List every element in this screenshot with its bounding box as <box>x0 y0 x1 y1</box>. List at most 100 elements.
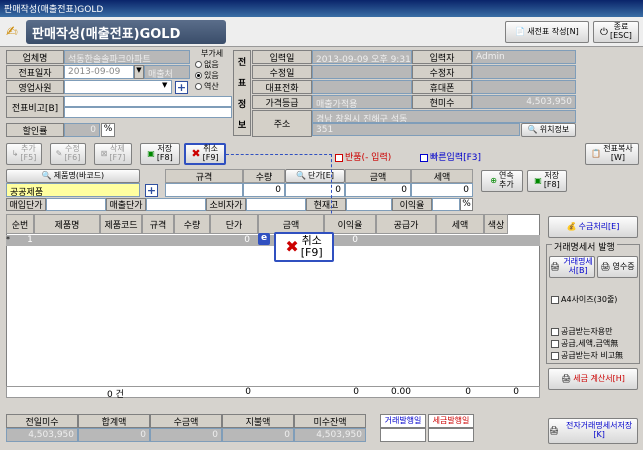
printer-icon: 🖨 <box>549 425 560 435</box>
receipt-print-label: 영수증 <box>612 261 635 271</box>
chevron-down-icon[interactable]: ▼ <box>162 81 171 93</box>
receipt-process-label: 수금처리[E] <box>578 221 620 231</box>
search-icon: 🔍 <box>527 124 538 134</box>
copy-slip-button[interactable]: 📋 전표복사 [W] <box>585 143 639 165</box>
save-line-key: [F8] <box>543 180 560 189</box>
qty-input[interactable]: 0 <box>243 183 285 197</box>
amount-input[interactable]: 0 <box>345 183 411 197</box>
discount-field[interactable]: 0 <box>64 123 100 137</box>
delete-key: [F7] <box>109 153 126 162</box>
input-by-field: Admin <box>472 50 576 64</box>
product-input[interactable]: 공공제품 <box>6 183 140 197</box>
search-icon: 🔍 <box>41 170 52 180</box>
column-header[interactable]: 세액 <box>436 214 484 234</box>
edit-button[interactable]: ✎ 수정 [F6] <box>50 143 86 165</box>
statement-print-label: 거래명세서[B] <box>563 257 593 275</box>
date-field[interactable]: 2013-09-09 <box>64 65 134 79</box>
date-dropdown-icon[interactable]: ▼ <box>134 65 144 79</box>
printer-icon: 🖨 <box>561 373 572 383</box>
column-header[interactable]: 이익율 <box>324 214 376 234</box>
delete-icon: ⊠ <box>100 148 108 158</box>
edit-key: [F6] <box>64 153 81 162</box>
column-header[interactable]: 규격 <box>142 214 174 234</box>
spec-input[interactable] <box>165 183 243 197</box>
product-name-label: 제품명(바코드) <box>53 170 105 180</box>
tax-issue-label: 세금발행일 <box>428 414 474 428</box>
qty-header: 수량 <box>243 169 285 183</box>
option3-checkbox[interactable]: 공급받는자 비고無 <box>551 350 623 361</box>
save-icon: ▣ <box>534 175 542 185</box>
column-header[interactable]: 제품코드 <box>100 214 142 234</box>
sales-rep-select[interactable] <box>64 80 172 94</box>
vendor-field[interactable]: 석동한솔솔파크아파트 <box>64 50 190 64</box>
return-checkbox[interactable]: 반품(- 입력) <box>335 150 391 163</box>
continuous-add-button[interactable]: ⊕ 연속 추가 <box>481 170 523 192</box>
a4-checkbox[interactable]: A4사이즈(30줄) <box>551 294 617 305</box>
summary-label: 합계액 <box>78 414 150 428</box>
receipt-print-button[interactable]: 🖨 영수증 <box>597 256 638 278</box>
close-button[interactable]: ⏻ 종료 [ESC] <box>593 21 639 43</box>
fast-input-checkbox[interactable]: 빠른입력[F3] <box>420 150 481 163</box>
add-circle-icon: ⊕ <box>490 175 497 185</box>
column-header[interactable]: 단가 <box>210 214 258 234</box>
consumer-price-label: 소비자가 <box>206 198 246 211</box>
connector-line <box>226 154 332 155</box>
summary-label: 지불액 <box>222 414 294 428</box>
summary-value: 0 <box>222 428 294 442</box>
column-header[interactable]: 금액 <box>258 214 324 234</box>
statement-print-button[interactable]: 🖨 거래명세서[B] <box>549 256 595 278</box>
stock-label: 현재고 <box>306 198 346 211</box>
summary-value: 0 <box>150 428 222 442</box>
copy-slip-key: [W] <box>610 153 626 162</box>
tax-invoice-button[interactable]: 🖨 세금 계산서[H] <box>548 368 638 390</box>
statement-group-label: 거래명세서 발행 <box>552 240 617 253</box>
add-button[interactable]: ↳ 추가 [F5] <box>6 143 42 165</box>
table-row[interactable]: * 1 0 0 <box>6 235 540 246</box>
tax-option-reverse-label: 역산 <box>204 82 219 91</box>
price-input[interactable]: 0 <box>285 183 345 197</box>
tax-option-none[interactable]: 없음 <box>195 59 233 70</box>
e-statement-button[interactable]: 🖨 전자거래명세서저장[K] <box>548 418 638 444</box>
price-search-button[interactable]: 🔍 단가[E] <box>285 169 345 183</box>
delete-button[interactable]: ⊠ 삭제 [F7] <box>94 143 132 165</box>
receipt-process-button[interactable]: 💰 수금처리[E] <box>548 216 638 238</box>
cancel-button[interactable]: ✖ 취소 [F9] <box>184 143 226 165</box>
column-header[interactable]: 제품명 <box>34 214 100 234</box>
e-badge-icon: e <box>258 233 270 245</box>
address-label: 주소 <box>252 110 312 137</box>
column-header[interactable]: 수량 <box>174 214 210 234</box>
cancel-popup-button[interactable]: ✖ 취소 [F9] <box>274 232 334 262</box>
new-slip-button[interactable]: 📄 새전표 작성[N] <box>505 21 589 43</box>
product-search-button[interactable]: 🔍 제품명(바코드) <box>6 169 140 183</box>
option1-checkbox[interactable]: 공급받는자용만 <box>551 326 613 337</box>
memo-field-2[interactable] <box>64 107 232 118</box>
modified-date-field <box>312 65 412 79</box>
save-line-button[interactable]: ▣ 저장 [F8] <box>527 170 567 192</box>
tax-option-reverse[interactable]: 역산 <box>195 81 233 92</box>
tax-issue-field <box>428 428 474 442</box>
tax-option-yes[interactable]: 있음 <box>195 70 233 81</box>
add-sales-rep-button[interactable]: + <box>175 81 188 94</box>
save-button[interactable]: ▣ 저장 [F8] <box>140 143 180 165</box>
sell-price-field <box>146 198 206 211</box>
return-label: 반품(- 입력) <box>345 153 392 163</box>
memo-field-1[interactable] <box>64 96 232 107</box>
tax-option-yes-label: 있음 <box>204 71 219 80</box>
column-header[interactable]: 색상 <box>484 214 508 234</box>
grid-footer: 0 건 0 0 0.00 0 0 <box>6 386 540 400</box>
summary-value: 4,503,950 <box>6 428 78 442</box>
column-header[interactable]: 공급가 <box>376 214 436 234</box>
new-slip-icon: 📄 <box>515 26 526 36</box>
option2-checkbox[interactable]: 공급,세액,금액無 <box>551 338 618 349</box>
add-product-button[interactable]: + <box>145 184 158 197</box>
row-qty: 0 <box>244 235 250 245</box>
column-header[interactable]: 순번 <box>6 214 34 234</box>
tax-input[interactable]: 0 <box>411 183 473 197</box>
vlabel-1: 전 <box>237 58 247 68</box>
money-icon: 💰 <box>566 221 577 231</box>
input-date-label: 입력일 <box>252 50 312 64</box>
amount-header: 금액 <box>345 169 411 183</box>
buy-price-label: 매입단가 <box>6 198 46 211</box>
location-button[interactable]: 🔍 위치정보 <box>521 123 576 137</box>
printer-icon: 🖨 <box>600 261 611 271</box>
